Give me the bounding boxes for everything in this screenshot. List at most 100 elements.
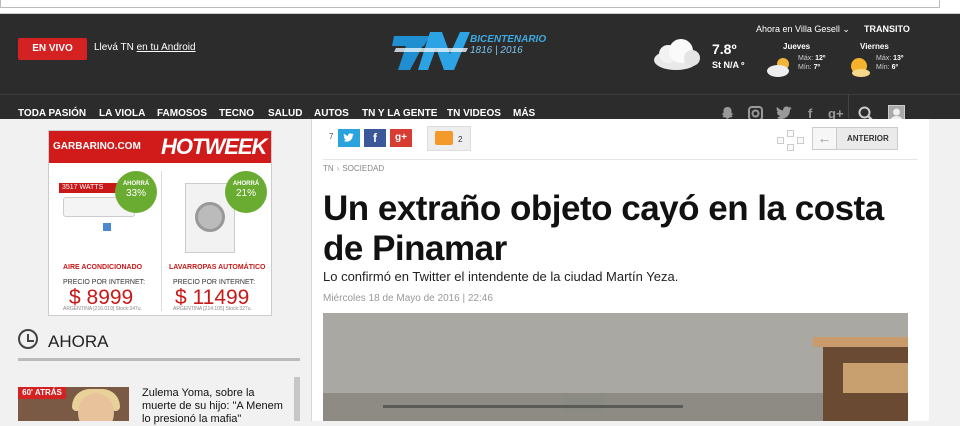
remote-image — [103, 223, 111, 231]
google-share-button[interactable]: g+ — [390, 129, 412, 147]
forecast-day-2: Viernes — [860, 42, 889, 51]
max-temp: 13º — [893, 55, 904, 62]
product-precio-label: PRECIO POR INTERNET: — [173, 279, 256, 286]
product-title: LAVARROPAS AUTOMÁTICO — [169, 264, 266, 271]
breadcrumb: TN › SOCIEDAD — [323, 164, 384, 173]
discount-badge: AHORRÁ 21% — [225, 171, 267, 213]
min-temp: 7º — [813, 64, 821, 71]
article-photo[interactable] — [323, 313, 908, 421]
nav-item-toda-pasion[interactable]: TODA PASIÓN — [18, 108, 86, 119]
news-headline-link[interactable]: Zulema Yoma, sobre la muerte de su hijo:… — [142, 387, 290, 426]
ahora-title: AHORA — [48, 332, 109, 351]
photo-sky — [323, 313, 908, 393]
badge-percent: 33% — [125, 188, 146, 199]
watts-label: 3517 WATTS — [59, 183, 119, 193]
arrow-left-icon — [777, 137, 784, 144]
photo-roof — [813, 337, 908, 347]
breadcrumb-home[interactable]: TN — [323, 164, 334, 173]
badge-percent: 21% — [235, 188, 256, 199]
ad-header: GARBARINO.COM HOTWEEK — [49, 131, 271, 163]
cloud-icon — [654, 39, 700, 70]
news-thumbnail[interactable]: 60' ATRÁS — [18, 387, 129, 421]
browser-top-strip — [0, 0, 960, 14]
twitter-share-button[interactable] — [338, 129, 360, 147]
twitter-icon — [343, 133, 354, 142]
product-precio-label: PRECIO POR INTERNET: — [63, 279, 146, 286]
forecast-day-2-temps: Máx: 13º Mín: 6º — [876, 54, 903, 72]
sensacion-termica: St N/A º — [712, 60, 745, 70]
right-gutter — [929, 119, 960, 421]
breadcrumb-separator: › — [336, 164, 340, 173]
min-label: Mín: — [798, 64, 812, 71]
article-headline: Un extraño objeto cayó en la costa de Pi… — [323, 189, 884, 268]
ad-brand: GARBARINO.COM — [53, 141, 141, 152]
ad-divider — [161, 171, 162, 311]
clock-icon — [18, 329, 38, 349]
site-header: EN VIVO Llevá TN en tu Android BICENTENA… — [0, 14, 960, 134]
arrow-left-icon: ← — [813, 128, 837, 149]
nav-item-mas[interactable]: MÁS — [513, 108, 535, 119]
photo-wall — [843, 363, 908, 393]
bicentenario-label: BICENTENARIO 1816 | 2016 — [470, 34, 546, 56]
tn-logo[interactable] — [390, 26, 470, 74]
facebook-share-button[interactable]: f — [364, 129, 386, 147]
photo-structure — [563, 397, 603, 411]
location-selector[interactable]: Ahora en Villa Gesell ⌄ — [756, 24, 850, 35]
facebook-icon: f — [373, 131, 377, 145]
max-temp: 12º — [815, 55, 826, 62]
min-label: Mín: — [876, 64, 890, 71]
garbarino-ad[interactable]: GARBARINO.COM HOTWEEK 3517 WATTS AHORRÁ … — [48, 130, 272, 316]
max-label: Máx: — [798, 55, 814, 62]
nav-item-famosos[interactable]: FAMOSOS — [157, 108, 207, 119]
nav-item-la-viola[interactable]: LA VIOLA — [99, 108, 145, 119]
android-promo[interactable]: Llevá TN en tu Android — [94, 42, 196, 53]
arrow-right-icon — [797, 137, 804, 144]
bicentenario-years: 1816 | 2016 — [470, 45, 523, 56]
product-stock: ARGENTINA [216.019] Stock:347u. — [63, 306, 142, 312]
bicentenario-title: BICENTENARIO — [470, 34, 547, 45]
product-title: AIRE ACONDICIONADO — [63, 264, 143, 271]
product-stock: ARGENTINA [214.105] Stock:327u. — [173, 306, 252, 312]
comment-icon — [435, 131, 453, 145]
ad-hotweek: HOTWEEK — [161, 134, 267, 159]
discount-badge: AHORRÁ 33% — [115, 171, 157, 213]
max-label: Máx: — [876, 55, 892, 62]
forecast-day-1-temps: Máx: 12º Mín: 7º — [798, 54, 825, 72]
android-prefix: Llevá TN — [94, 42, 137, 53]
share-count: 7 — [329, 132, 334, 141]
nav-item-tn-y-la-gente[interactable]: TN Y LA GENTE — [362, 108, 437, 119]
comments-button[interactable]: 2 — [427, 126, 471, 151]
nav-item-tecno[interactable]: TECNO — [219, 108, 254, 119]
sun-cloud-icon — [851, 58, 870, 77]
comment-count: 2 — [458, 135, 463, 144]
transito-link[interactable]: TRANSITO — [864, 24, 910, 34]
time-ago-tag: 60' ATRÁS — [18, 387, 66, 399]
divider — [323, 159, 918, 160]
live-button[interactable]: EN VIVO — [18, 38, 87, 60]
nav-item-autos[interactable]: AUTOS — [314, 108, 349, 119]
breadcrumb-section[interactable]: SOCIEDAD — [342, 164, 384, 173]
nav-item-salud[interactable]: SALUD — [268, 108, 302, 119]
google-plus-icon: g+ — [395, 132, 407, 143]
article-main: 7 f g+ 2 ← ANTERIOR TN › SOCIEDAD Un extra… — [312, 119, 929, 421]
partly-cloudy-icon — [767, 58, 789, 77]
arrow-down-icon — [787, 144, 794, 151]
nav-item-tn-videos[interactable]: TN VIDEOS — [447, 108, 501, 119]
left-column: GARBARINO.COM HOTWEEK 3517 WATTS AHORRÁ … — [0, 119, 312, 425]
min-temp: 6º — [891, 64, 899, 71]
article-subhead: Lo confirmó en Twitter el intendente de … — [323, 269, 679, 284]
top-frame — [0, 0, 940, 8]
photo-pier — [383, 405, 683, 408]
ahora-section-header: AHORA — [18, 325, 300, 361]
android-link[interactable]: en tu Android — [137, 42, 196, 53]
scrollbar[interactable] — [294, 377, 300, 421]
badge-label: AHORRÁ — [232, 181, 260, 187]
previous-label: ANTERIOR — [847, 134, 889, 143]
mini-nav-arrows[interactable] — [777, 130, 805, 152]
product-washer: AHORRÁ 21% — [167, 171, 267, 253]
forecast-day-1: Jueves — [783, 42, 811, 51]
arrow-up-icon — [787, 130, 794, 137]
article-date: Miércoles 18 de Mayo de 2016 | 22:46 — [323, 293, 493, 304]
previous-article-button[interactable]: ← ANTERIOR — [812, 127, 898, 150]
product-air-conditioner: 3517 WATTS AHORRÁ 33% — [59, 171, 157, 245]
